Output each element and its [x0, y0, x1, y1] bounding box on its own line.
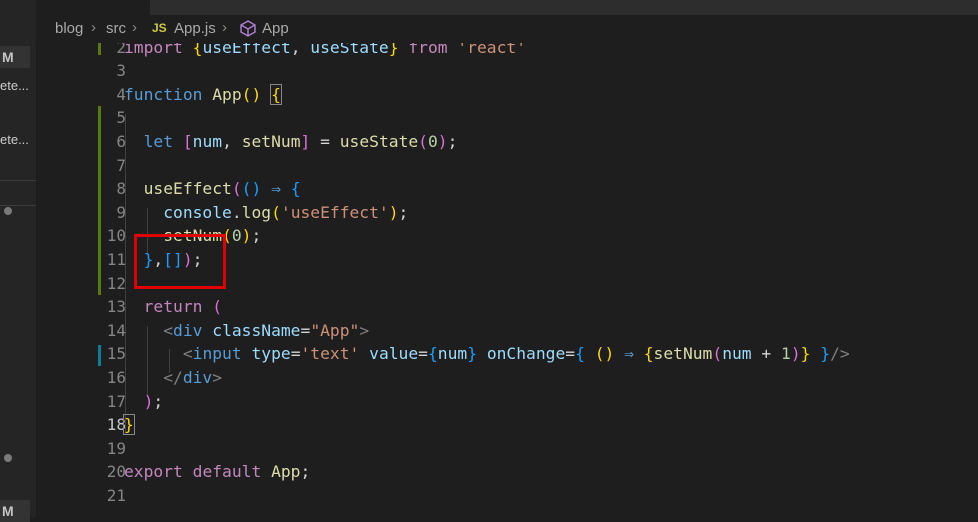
panel-divider — [0, 205, 36, 206]
code-line: 14 <div className="App"> — [36, 319, 978, 343]
tab[interactable] — [290, 0, 456, 15]
line-number: 11 — [106, 250, 126, 269]
line-number: 2 — [116, 43, 126, 57]
line-number: 3 — [116, 61, 126, 81]
code-line: 2 import {useEffect, useState} from 'reac… — [36, 43, 978, 59]
explorer-panel-edge: M ete... ete... M — [0, 0, 37, 522]
code-line: 15 <input type='text' value={num} onChan… — [36, 342, 978, 366]
line-content: ); — [143, 391, 164, 411]
editor-tab-bar — [36, 0, 978, 15]
code-line-current: 18} — [36, 413, 978, 437]
panel-divider — [0, 180, 36, 181]
code-line: 5 — [36, 106, 978, 130]
line-content: <input type='text' value={num} onChange=… — [182, 344, 850, 364]
tab[interactable] — [875, 0, 978, 15]
line-content: } — [123, 414, 135, 436]
explorer-item-truncated[interactable]: ete... — [0, 78, 29, 93]
breadcrumb-folder-src[interactable]: src — [106, 20, 126, 37]
annotation-highlight-box — [134, 234, 226, 289]
line-number: 17 — [106, 391, 126, 411]
line-number: 16 — [106, 368, 126, 387]
code-line: 21 — [36, 484, 978, 508]
line-content: export default App; — [124, 462, 311, 482]
breadcrumb: blog › src › JS App.js › App — [36, 15, 978, 43]
explorer-item-truncated[interactable]: ete... — [0, 132, 29, 147]
line-number: 12 — [106, 273, 126, 293]
code-line: 17 ); — [36, 390, 978, 414]
tab[interactable] — [455, 0, 606, 15]
line-number: 4 — [116, 84, 126, 104]
line-content: let [num, setNum] = useState(0); — [143, 132, 458, 151]
code-line: 16 </div> — [36, 366, 978, 390]
code-line: 20 export default App; — [36, 460, 978, 484]
breadcrumb-file-appjs[interactable]: App.js — [174, 20, 216, 37]
code-line: 13 return ( — [36, 295, 978, 319]
unsaved-dot-icon — [4, 454, 12, 462]
line-number: 6 — [116, 132, 126, 151]
line-number: 13 — [106, 297, 126, 317]
line-number: 18 — [106, 415, 126, 435]
line-number: 19 — [106, 438, 126, 458]
javascript-file-icon: JS — [152, 21, 167, 35]
code-line: 3 — [36, 59, 978, 83]
line-number: 15 — [106, 344, 126, 364]
git-modified-badge: M — [0, 46, 30, 68]
tab[interactable] — [150, 0, 291, 15]
code-line: 8 useEffect(() ⇒ { — [36, 177, 978, 201]
line-content: console.log('useEffect'); — [163, 202, 409, 222]
line-content: <div className="App"> — [163, 320, 370, 340]
git-modified-badge: M — [0, 500, 30, 522]
code-line: 7 — [36, 154, 978, 178]
line-number: 10 — [106, 226, 126, 246]
line-number: 5 — [116, 108, 126, 128]
symbol-component-icon — [240, 20, 256, 41]
code-line: 9 console.log('useEffect'); — [36, 201, 978, 225]
line-number: 20 — [106, 462, 126, 482]
code-line: 6 let [num, setNum] = useState(0); — [36, 130, 978, 154]
line-content: </div> — [163, 368, 223, 387]
line-number: 14 — [106, 320, 126, 340]
breadcrumb-symbol-app[interactable]: App — [262, 20, 289, 37]
unsaved-dot-icon — [4, 207, 12, 215]
tab-app-js[interactable] — [36, 0, 151, 15]
chevron-right-icon: › — [222, 19, 227, 36]
tab[interactable] — [605, 0, 876, 15]
line-content: useEffect(() ⇒ { — [143, 179, 301, 199]
chevron-right-icon: › — [91, 19, 96, 36]
line-content: function App() { — [124, 83, 282, 105]
code-line: 4 function App() { — [36, 83, 978, 107]
line-number: 21 — [106, 486, 126, 505]
line-content: import {useEffect, useState} from 'react… — [124, 43, 526, 57]
line-number: 7 — [116, 155, 126, 175]
line-number: 9 — [116, 202, 126, 222]
line-content: return ( — [143, 297, 223, 317]
line-number: 8 — [116, 179, 126, 199]
breadcrumb-folder-blog[interactable]: blog — [55, 20, 83, 37]
chevron-right-icon: › — [132, 19, 137, 36]
code-line: 19 — [36, 437, 978, 461]
